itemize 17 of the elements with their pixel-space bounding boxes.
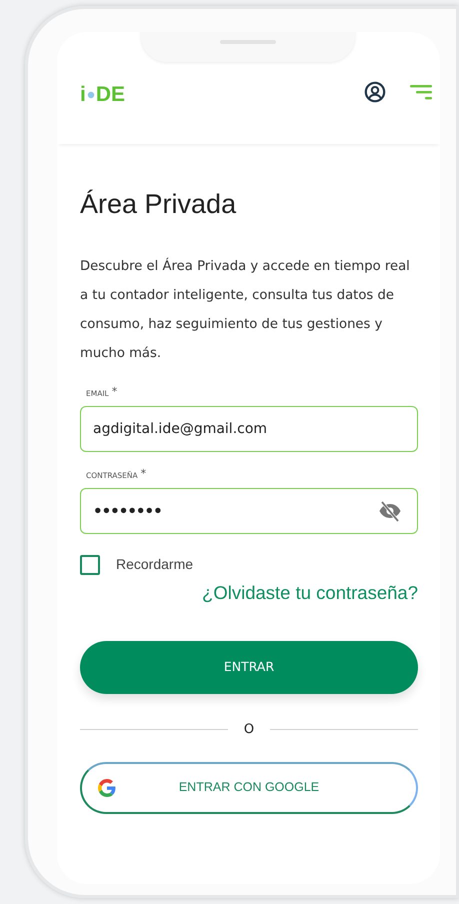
login-button[interactable]: ENTRAR — [80, 641, 418, 694]
password-field[interactable]: •••••••• — [80, 488, 418, 534]
hidden-eye-icon[interactable] — [378, 500, 402, 522]
checkbox[interactable] — [80, 554, 100, 575]
google-login-button[interactable]: ENTRAR CON GOOGLE — [80, 762, 418, 814]
email-field[interactable]: agdigital.ide@gmail.com — [80, 406, 418, 452]
required-mark: * — [140, 470, 146, 478]
google-icon — [98, 778, 116, 797]
drop-icon — [86, 90, 95, 98]
user-icon[interactable] — [364, 81, 386, 103]
forgot-password-link[interactable]: ¿Olvidaste tu contraseña? — [202, 582, 418, 604]
checkbox-label: Recordarme — [116, 555, 194, 574]
logo[interactable]: i DE — [80, 84, 126, 105]
page-title: Área Privada — [80, 188, 238, 220]
intro-paragraph: Descubre el Área Privada y accede en tiempo real a tu contador inteligente, consulta tus datos de consumo, haz seguimiento de tus gestiones y mucho más. — [80, 256, 411, 364]
required-mark: * — [112, 388, 118, 396]
divider-label: O — [244, 721, 254, 740]
